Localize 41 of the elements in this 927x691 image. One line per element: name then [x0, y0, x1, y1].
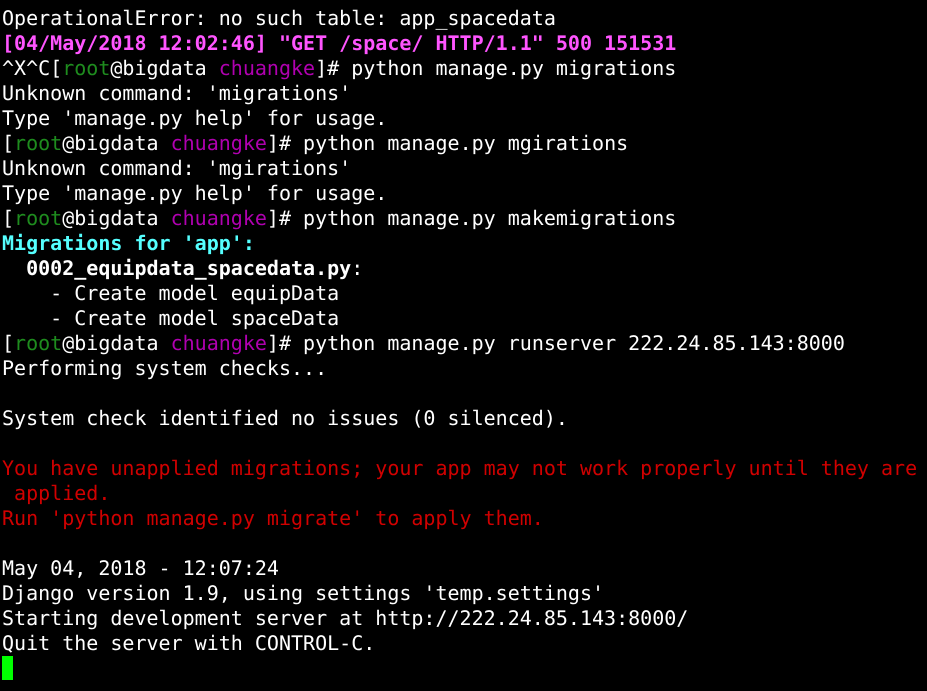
- prompt-user: root: [14, 131, 62, 155]
- terminal-text: Performing system checks...: [2, 356, 328, 380]
- terminal-text: System check identified no issues (0 silenced).: [2, 406, 568, 430]
- terminal-text: Unknown command: 'mgirations': [2, 156, 352, 180]
- terminal-text: OperationalError: no such table: app_spacedata: [2, 6, 556, 30]
- terminal-text: @bigdata: [62, 131, 160, 155]
- terminal-text: :: [351, 256, 364, 280]
- terminal-text: ^X^C[: [2, 56, 62, 80]
- file-name: 0002_equipdata_spacedata.py: [25, 256, 352, 280]
- text-cursor: [2, 656, 13, 680]
- prompt-directory: chuangke: [170, 131, 267, 155]
- terminal-text: Type 'manage.py help' for usage.: [2, 106, 388, 130]
- terminal-text: ]# python manage.py migrations: [315, 56, 676, 80]
- terminal-text: @bigdata: [62, 206, 160, 230]
- terminal-text: Starting development server at http://222.24.85.143:8000/: [2, 606, 688, 630]
- terminal-text: Django version 1.9, using settings 'temp.settings': [2, 581, 604, 605]
- prompt-directory: chuangke: [218, 56, 316, 80]
- prompt-user: root: [14, 331, 62, 355]
- prompt-directory: chuangke: [170, 331, 267, 355]
- prompt-user: root: [14, 206, 62, 230]
- prompt-directory: chuangke: [170, 206, 267, 230]
- terminal-text: @bigdata: [62, 331, 160, 355]
- terminal-text: Type 'manage.py help' for usage.: [2, 181, 388, 205]
- warning-text: applied.: [13, 481, 110, 505]
- warning-text: Run 'python manage.py migrate' to apply them.: [2, 506, 544, 530]
- terminal-text: [: [2, 131, 14, 155]
- terminal-text: [: [2, 331, 14, 355]
- terminal-text: May 04, 2018 - 12:07:24: [2, 556, 279, 580]
- prompt-user: root: [62, 56, 110, 80]
- terminal-text: Quit the server with CONTROL-C.: [2, 631, 376, 655]
- warning-text: You have unapplied migrations; your app may not work properly until they are: [2, 456, 918, 480]
- terminal-text: @bigdata: [110, 56, 208, 80]
- terminal-text: ]# python manage.py makemigrations: [266, 206, 676, 230]
- terminal-text: ]# python manage.py runserver 222.24.85.143:8000: [266, 331, 845, 355]
- terminal-text: Unknown command: 'migrations': [2, 81, 352, 105]
- log-line: [04/May/2018 12:02:46] "GET /space/ HTTP/1.1" 500 151531: [2, 31, 676, 55]
- terminal-text: - Create model equipData: [49, 281, 340, 305]
- terminal-text: [: [2, 206, 14, 230]
- terminal-text: - Create model spaceData: [49, 306, 340, 330]
- terminal-text: ]# python manage.py mgirations: [266, 131, 628, 155]
- terminal-text: Migrations for 'app':: [2, 231, 255, 255]
